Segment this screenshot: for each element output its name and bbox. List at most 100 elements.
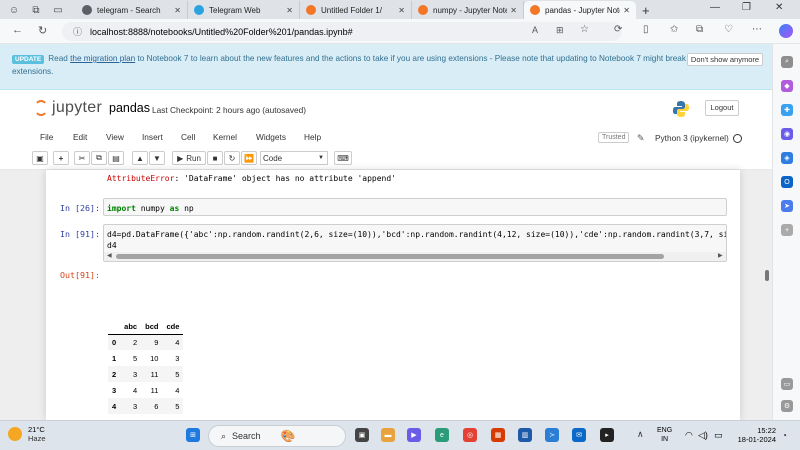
tools-icon[interactable]: ✚ <box>781 104 793 116</box>
browser-tab-1[interactable]: Telegram Web ✕ <box>188 1 300 19</box>
address-bar[interactable]: ⓘ localhost:8888/notebooks/Untitled%20Fo… <box>62 22 622 41</box>
office-icon[interactable]: ▦ <box>491 428 505 442</box>
kernel-name[interactable]: Python 3 (ipykernel) <box>655 133 729 143</box>
settings-gear-icon[interactable]: ⚙ <box>781 400 793 412</box>
edit-mode-pencil-icon: ✎ <box>637 133 645 143</box>
interrupt-kernel-icon[interactable]: ■ <box>207 151 223 165</box>
minimize-icon[interactable]: — <box>710 2 720 13</box>
vertical-scroll-thumb[interactable] <box>765 270 769 281</box>
scroll-left-icon[interactable]: ◀ <box>107 252 112 259</box>
cut-icon[interactable]: ✂ <box>74 151 90 165</box>
paste-icon[interactable]: ▤ <box>108 151 124 165</box>
copilot-icon[interactable] <box>779 24 793 38</box>
split-screen-icon[interactable]: ▯ <box>643 24 649 35</box>
add-sidebar-app-icon[interactable]: + <box>781 224 793 236</box>
close-tab-icon[interactable]: ✕ <box>174 6 181 15</box>
outlook-icon[interactable]: O <box>781 176 793 188</box>
close-tab-icon[interactable]: ✕ <box>398 6 405 15</box>
battery-icon[interactable]: ▭ <box>714 430 723 441</box>
tab-actions-icon[interactable]: ▭ <box>50 2 66 18</box>
task-view-icon[interactable]: ▣ <box>355 428 369 442</box>
trusted-indicator[interactable]: Trusted <box>598 132 630 143</box>
copy-icon[interactable]: ⧉ <box>91 151 107 165</box>
games-icon[interactable]: ◉ <box>781 128 793 140</box>
move-down-icon[interactable]: ▼ <box>149 151 165 165</box>
sidebar-layout-icon[interactable]: ▭ <box>781 378 793 390</box>
mail-icon[interactable]: ✉ <box>572 428 586 442</box>
scroll-right-icon[interactable]: ▶ <box>718 252 723 259</box>
close-tab-icon[interactable]: ✕ <box>623 6 630 15</box>
volume-icon[interactable]: ◁) <box>698 430 708 441</box>
restart-kernel-icon[interactable]: ↻ <box>224 151 240 165</box>
save-icon[interactable]: ▣ <box>32 151 48 165</box>
terminal-icon[interactable]: ▸ <box>600 428 614 442</box>
menu-kernel[interactable]: Kernel <box>213 132 237 142</box>
extension-icon[interactable]: ⟳ <box>614 24 622 35</box>
tab-title: telegram - Search <box>97 5 161 15</box>
table-cell: 3 <box>132 369 138 379</box>
logout-button[interactable]: Logout <box>705 100 739 116</box>
cell-91-input[interactable]: d4=pd.DataFrame({'abc':np.random.randint… <box>103 224 727 262</box>
more-options-icon[interactable]: ⋯ <box>752 24 762 35</box>
jupyter-logo[interactable]: jupyter <box>34 99 102 117</box>
notebook-name[interactable]: pandas <box>109 101 150 115</box>
menu-help[interactable]: Help <box>304 132 321 142</box>
profile-avatar-icon[interactable]: ☺ <box>6 2 22 18</box>
microsoft-365-icon[interactable]: ◈ <box>781 152 793 164</box>
favorites-icon[interactable]: ✩ <box>670 24 678 35</box>
shopping-icon[interactable]: ◆ <box>781 80 793 92</box>
drop-icon[interactable]: ➤ <box>781 200 793 212</box>
close-tab-icon[interactable]: ✕ <box>286 6 293 15</box>
run-button[interactable]: ▶ Run <box>172 151 206 165</box>
restart-run-all-icon[interactable]: ⏩ <box>241 151 257 165</box>
vertical-scrollbar[interactable] <box>762 170 772 420</box>
close-tab-icon[interactable]: ✕ <box>510 6 517 15</box>
insert-cell-below-icon[interactable]: + <box>53 151 69 165</box>
dont-show-anymore-button[interactable]: Don't show anymore <box>687 53 763 66</box>
cell-type-select[interactable]: Code ▼ <box>260 151 328 165</box>
collections-icon[interactable]: ⧉ <box>696 24 703 35</box>
horizontal-scroll-thumb[interactable] <box>116 254 664 259</box>
weather-description: Haze <box>28 434 46 443</box>
back-icon[interactable]: ← <box>12 24 23 36</box>
migration-plan-link[interactable]: the migration plan <box>70 54 135 63</box>
new-tab-button[interactable]: + <box>642 3 650 18</box>
teams-meet-icon[interactable]: ▶ <box>407 428 421 442</box>
refresh-icon[interactable]: ↻ <box>38 24 47 37</box>
browser-tab-2[interactable]: Untitled Folder 1/ ✕ <box>300 1 412 19</box>
app-available-icon[interactable]: ⊞ <box>556 25 564 36</box>
search-sidebar-icon[interactable]: ⌕ <box>781 56 793 68</box>
file-explorer-icon[interactable]: ▬ <box>381 428 395 442</box>
browser-essentials-icon[interactable]: ♡ <box>724 24 733 35</box>
weather-widget[interactable]: 21°C Haze <box>8 425 46 443</box>
taskbar-search[interactable]: ⌕ Search 🎨 <box>208 425 346 447</box>
vscode-icon[interactable]: ≻ <box>545 428 559 442</box>
menu-view[interactable]: View <box>106 132 124 142</box>
maximize-icon[interactable]: ❐ <box>742 2 751 13</box>
browser-tab-0[interactable]: telegram - Search ✕ <box>76 1 188 19</box>
menu-cell[interactable]: Cell <box>181 132 195 142</box>
workspaces-icon[interactable]: ⧉ <box>28 2 44 18</box>
horizontal-scrollbar[interactable]: ◀ ▶ <box>104 252 726 261</box>
start-icon[interactable]: ⊞ <box>186 428 200 442</box>
move-up-icon[interactable]: ▲ <box>132 151 148 165</box>
close-window-icon[interactable]: ✕ <box>775 2 783 13</box>
cell-26-input[interactable]: import numpy as np <box>103 198 727 216</box>
store-icon[interactable]: ▥ <box>518 428 532 442</box>
menu-file[interactable]: File <box>40 132 53 142</box>
menu-widgets[interactable]: Widgets <box>256 132 286 142</box>
browser-tab-3[interactable]: numpy - Jupyter Noteb ✕ <box>412 1 524 19</box>
read-aloud-icon[interactable]: A <box>532 25 538 35</box>
browser-tab-4[interactable]: pandas - Jupyter Noteb ✕ <box>524 1 636 19</box>
language-indicator[interactable]: ENG IN <box>657 426 672 444</box>
chrome-icon[interactable]: ◎ <box>463 428 477 442</box>
edge-browser-icon[interactable]: e <box>435 428 449 442</box>
favorite-star-icon[interactable]: ☆ <box>580 24 589 35</box>
notifications-bell-icon[interactable]: ◔ <box>782 431 787 440</box>
system-clock[interactable]: 15:22 18-01-2024 <box>730 426 776 444</box>
wifi-icon[interactable]: ◠ <box>685 430 693 441</box>
show-hidden-icons-chevron-icon[interactable]: ∧ <box>637 429 644 440</box>
command-palette-icon[interactable]: ⌨ <box>334 151 352 165</box>
menu-edit[interactable]: Edit <box>73 132 87 142</box>
menu-insert[interactable]: Insert <box>142 132 163 142</box>
